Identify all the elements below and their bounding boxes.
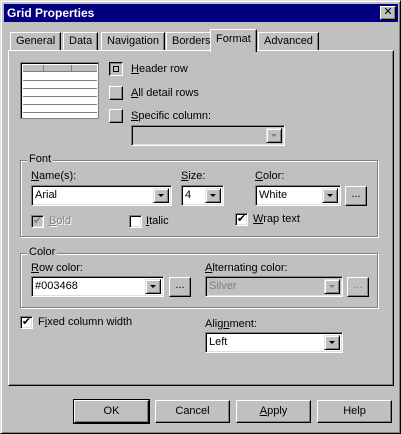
ellipsis-label: ... xyxy=(351,188,361,200)
cancel-label: Cancel xyxy=(175,405,210,417)
title-bar[interactable]: Grid Properties ✕ xyxy=(4,4,398,22)
apply-label: Apply xyxy=(259,405,288,417)
tab-label: General xyxy=(16,35,56,47)
chevron-down-icon[interactable] xyxy=(153,188,169,203)
chevron-down-icon[interactable] xyxy=(266,128,282,143)
tab-borders[interactable]: Borders xyxy=(166,32,217,51)
row-color-select[interactable]: #003468 xyxy=(31,276,164,297)
specific-column-select[interactable] xyxy=(131,125,285,146)
tab-label: Advanced xyxy=(264,35,313,47)
color-group-label: Color xyxy=(27,246,58,258)
ok-label: OK xyxy=(103,405,120,417)
alternating-color-select[interactable]: Silver xyxy=(205,276,343,297)
window-title: Grid Properties xyxy=(7,6,95,20)
alignment-value: Left xyxy=(209,336,228,348)
close-icon: ✕ xyxy=(383,6,393,18)
italic-label: Italic xyxy=(146,215,169,227)
tab-label: Borders xyxy=(172,35,211,47)
bold-label: Bold xyxy=(49,215,72,227)
font-size-value: 4 xyxy=(185,189,192,201)
help-button[interactable]: Help xyxy=(317,400,392,423)
chevron-down-icon[interactable] xyxy=(322,188,338,203)
all-detail-rows-label: All detail rows xyxy=(131,87,199,99)
ok-button[interactable]: OK xyxy=(73,399,150,424)
fixed-column-width-checkbox[interactable]: ✔ xyxy=(20,316,33,329)
font-name-value: Arial xyxy=(35,189,58,201)
row-color-value: #003468 xyxy=(35,280,78,292)
tab-advanced[interactable]: Advanced xyxy=(258,32,319,51)
font-group-label: Font xyxy=(27,153,54,165)
help-label: Help xyxy=(343,405,366,417)
font-color-label: Color: xyxy=(255,170,285,182)
chevron-down-icon[interactable] xyxy=(145,279,161,294)
alternating-color-label: Alternating color: xyxy=(205,262,288,274)
row-color-label: Row color: xyxy=(31,262,83,274)
tab-label: Format xyxy=(216,33,251,45)
tab-format[interactable]: Format xyxy=(210,29,257,52)
apply-button[interactable]: Apply xyxy=(236,400,311,423)
font-name-select[interactable]: Arial xyxy=(31,185,172,206)
tab-data[interactable]: Data xyxy=(63,32,99,51)
specific-column-toggle[interactable] xyxy=(109,109,123,123)
wrap-text-label: Wrap text xyxy=(253,213,300,225)
font-size-select[interactable]: 4 xyxy=(181,185,224,206)
cancel-button[interactable]: Cancel xyxy=(155,400,230,423)
font-color-picker-button[interactable]: ... xyxy=(345,186,367,206)
tab-label: Navigation xyxy=(107,35,159,47)
ellipsis-label: ... xyxy=(353,279,363,291)
tab-label: Data xyxy=(69,35,93,47)
alternating-color-value: Silver xyxy=(209,280,237,292)
ellipsis-label: ... xyxy=(175,279,185,291)
font-color-value: White xyxy=(259,189,288,201)
specific-column-label: Specific column: xyxy=(131,110,212,122)
wrap-text-checkbox[interactable]: ✔ xyxy=(235,213,248,226)
chevron-down-icon[interactable] xyxy=(324,279,340,294)
header-row-label: Header row xyxy=(131,63,188,75)
close-button[interactable]: ✕ xyxy=(380,6,396,20)
tab-navigation[interactable]: Navigation xyxy=(101,32,165,51)
chevron-down-icon[interactable] xyxy=(324,335,340,350)
alternating-color-picker-button[interactable]: ... xyxy=(347,277,369,297)
alignment-select[interactable]: Left xyxy=(205,332,343,353)
font-size-label: Size: xyxy=(181,170,206,182)
fixed-column-width-label: Fixed column width xyxy=(38,316,133,328)
chevron-down-icon[interactable] xyxy=(205,188,221,203)
row-color-picker-button[interactable]: ... xyxy=(169,277,191,297)
font-color-select[interactable]: White xyxy=(255,185,341,206)
all-detail-rows-toggle[interactable] xyxy=(109,86,123,100)
grid-preview xyxy=(20,62,99,119)
italic-checkbox[interactable] xyxy=(129,215,142,228)
tab-general[interactable]: General xyxy=(10,32,62,51)
font-name-label: Name(s): xyxy=(31,170,77,182)
alignment-label: Alignment: xyxy=(205,318,257,330)
header-row-toggle[interactable] xyxy=(109,62,123,76)
bold-checkbox[interactable]: ✔ xyxy=(31,215,44,228)
